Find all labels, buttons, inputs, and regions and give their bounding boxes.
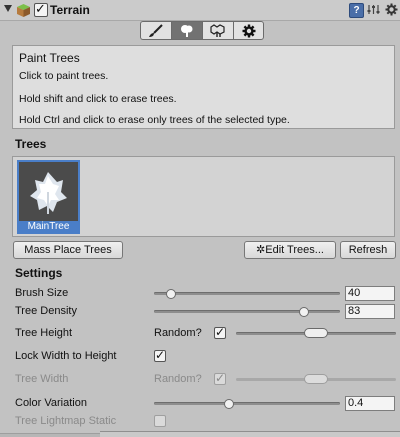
tree-density-slider[interactable]	[154, 310, 340, 313]
tool-help-box: Paint Trees Click to paint trees. Hold s…	[12, 45, 395, 129]
terrain-inspector: ✓ Terrain ? Paint Trees Click to paint t…	[0, 0, 400, 437]
color-variation-field[interactable]: 0.4	[345, 396, 395, 411]
help-icon[interactable]: ?	[349, 3, 364, 18]
tree-density-field[interactable]: 83	[345, 304, 395, 319]
refresh-button[interactable]: Refresh	[340, 241, 396, 259]
panel-bottom-divider	[100, 431, 400, 437]
tree-height-range-thumb[interactable]	[304, 328, 328, 338]
trees-section-label: Trees	[15, 137, 47, 151]
tool-paint-trees[interactable]	[171, 21, 202, 40]
detail-brush-icon	[210, 23, 225, 37]
component-gear-icon[interactable]	[385, 3, 398, 16]
color-variation-slider[interactable]	[154, 402, 340, 405]
tree-thumbnail	[19, 162, 78, 221]
check-icon: ✓	[155, 348, 166, 362]
lock-width-label: Lock Width to Height	[15, 350, 117, 362]
tree-list: MainTree	[12, 156, 395, 237]
help-title: Paint Trees	[19, 51, 80, 65]
check-icon: ✓	[35, 1, 46, 16]
terrain-icon	[17, 4, 30, 17]
tree-density-slider-thumb[interactable]	[299, 307, 309, 317]
help-line: Hold Ctrl and click to erase only trees …	[19, 114, 290, 126]
tree-item-label: MainTree	[27, 221, 70, 232]
check-icon: ✓	[215, 325, 226, 339]
check-icon: ✓	[215, 371, 226, 385]
edit-trees-button[interactable]: ✲Edit Trees...	[244, 241, 336, 259]
brush-size-slider-thumb[interactable]	[166, 289, 176, 299]
tree-width-range-thumb	[304, 374, 328, 384]
brush-size-field[interactable]: 40	[345, 286, 395, 301]
help-line: Hold shift and click to erase trees.	[19, 93, 177, 105]
settings-section-label: Settings	[15, 266, 63, 280]
brush-size-slider[interactable]	[154, 292, 340, 295]
component-header: ✓ Terrain ?	[0, 0, 400, 21]
gear-icon: ✲	[256, 244, 266, 256]
component-title: Terrain	[50, 3, 90, 17]
lightmap-static-label: Tree Lightmap Static	[15, 415, 117, 427]
tool-paint-texture[interactable]	[140, 21, 171, 40]
tree-brush-icon	[181, 24, 193, 37]
tree-item-maintree[interactable]: MainTree	[17, 160, 80, 234]
tree-density-label: Tree Density	[15, 305, 77, 317]
tree-height-label: Tree Height	[15, 327, 73, 339]
brush-size-label: Brush Size	[15, 287, 69, 299]
tree-width-random-checkbox: ✓	[214, 371, 226, 385]
help-line: Click to paint trees.	[19, 70, 109, 82]
foldout-arrow-icon[interactable]	[4, 5, 12, 12]
terrain-tool-toolbar	[140, 21, 264, 41]
mass-place-trees-button[interactable]: Mass Place Trees	[13, 241, 123, 259]
edit-trees-label: Edit Trees...	[265, 244, 324, 256]
tool-terrain-settings[interactable]	[233, 21, 264, 40]
lock-width-checkbox[interactable]: ✓	[154, 348, 166, 362]
tree-width-random-label: Random?	[154, 373, 202, 385]
gear-icon	[242, 24, 255, 37]
component-enabled-checkbox[interactable]: ✓	[34, 1, 48, 17]
tree-preview-icon	[30, 172, 67, 214]
tree-width-label: Tree Width	[15, 373, 69, 385]
tree-height-random-label: Random?	[154, 327, 202, 339]
color-variation-slider-thumb[interactable]	[224, 399, 234, 409]
lightmap-static-checkbox	[154, 415, 166, 427]
tree-height-random-checkbox[interactable]: ✓	[214, 325, 226, 339]
paintbrush-icon	[149, 23, 163, 37]
tool-paint-details[interactable]	[202, 21, 233, 40]
preset-icon[interactable]	[367, 3, 380, 16]
color-variation-label: Color Variation	[15, 397, 87, 409]
